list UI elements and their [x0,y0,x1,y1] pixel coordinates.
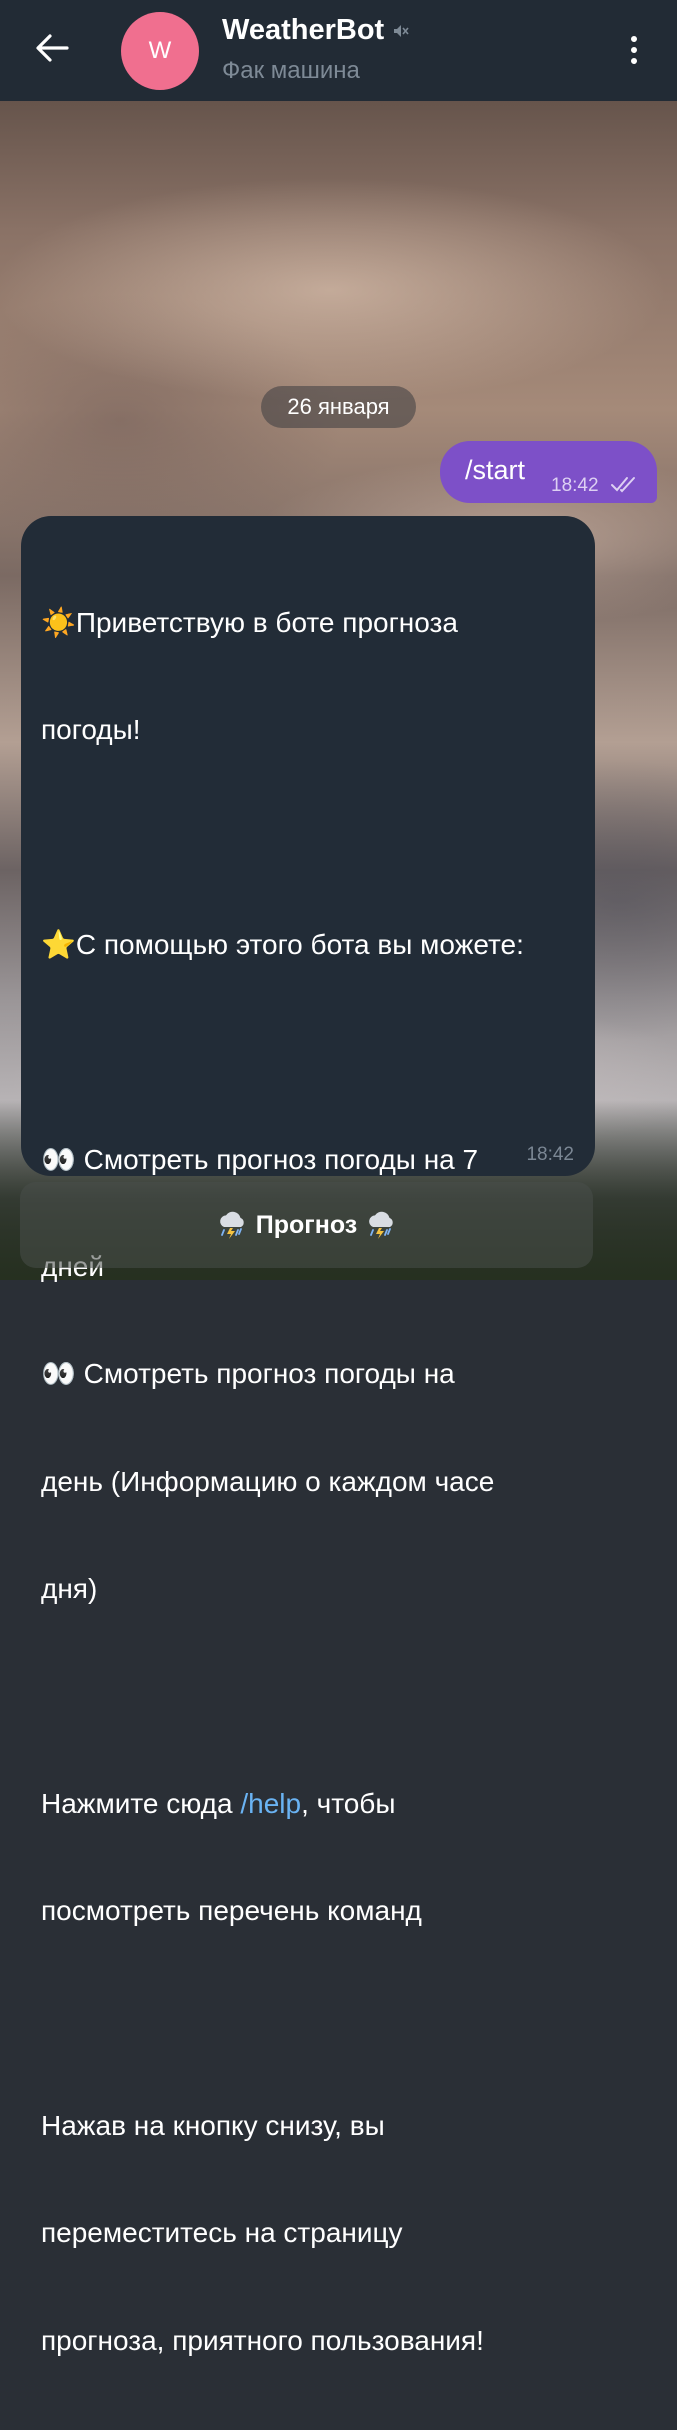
message-line [41,1034,581,1070]
help-command-link[interactable]: /help [240,1788,301,1819]
help-prefix: Нажмите сюда [41,1787,241,1819]
message-line: переместитесь на страницу [41,2217,403,2249]
mute-icon [394,24,409,37]
message-line: день (Информацию о каждом часе [41,1465,495,1497]
message-line-help: Нажмите сюда /help, чтобы [41,1786,581,1822]
message-line: погоды! [41,713,141,745]
date-separator: 26 января [261,386,416,428]
message-line: дня) [41,1573,98,1605]
message-line: прогноза, приятного пользования! [41,2324,484,2356]
arrow-left-icon[interactable] [30,26,74,70]
message-text: ☀️Приветствую в боте прогноза погоды! ⭐С… [41,533,581,2430]
chat-title: WeatherBot [222,14,385,46]
message-line: 👀 Смотреть прогноз погоды на 7 [41,1143,479,1175]
message-time: 18:42 [551,475,599,496]
chat-title-row: WeatherBot [222,14,410,47]
message-line [41,819,581,855]
forecast-button-label: Прогноз [255,1210,358,1239]
message-line [41,2001,581,2037]
cloud-storm-icon [369,1211,393,1239]
message-text: /start [465,455,526,485]
message-line: Нажав на кнопку снизу, вы [41,2110,385,2142]
avatar[interactable]: W [121,12,199,90]
message-line: посмотреть перечень команд [41,1895,422,1927]
double-check-icon [611,477,635,493]
more-vertical-icon[interactable] [619,28,649,72]
cloud-storm-icon [219,1211,244,1239]
message-line: ⭐С помощью этого бота вы можете: [41,928,524,960]
help-suffix: , чтобы [301,1787,396,1819]
incoming-message[interactable]: ☀️Приветствую в боте прогноза погоды! ⭐С… [21,516,595,2356]
chat-subtitle: Фак машина [222,57,360,84]
forecast-button[interactable]: Прогноз [20,1182,593,1268]
outgoing-message[interactable]: /start 18:42 [440,441,657,503]
chat-header: W WeatherBot Фак машина [0,0,677,101]
chat-title-block[interactable]: WeatherBot Фак машина [222,14,410,85]
message-line: 👀 Смотреть прогноз погоды на [41,1358,455,1390]
message-time: 18:42 [526,1144,574,1165]
message-line [41,1679,581,1715]
message-line: ☀️Приветствую в боте прогноза [41,606,458,638]
